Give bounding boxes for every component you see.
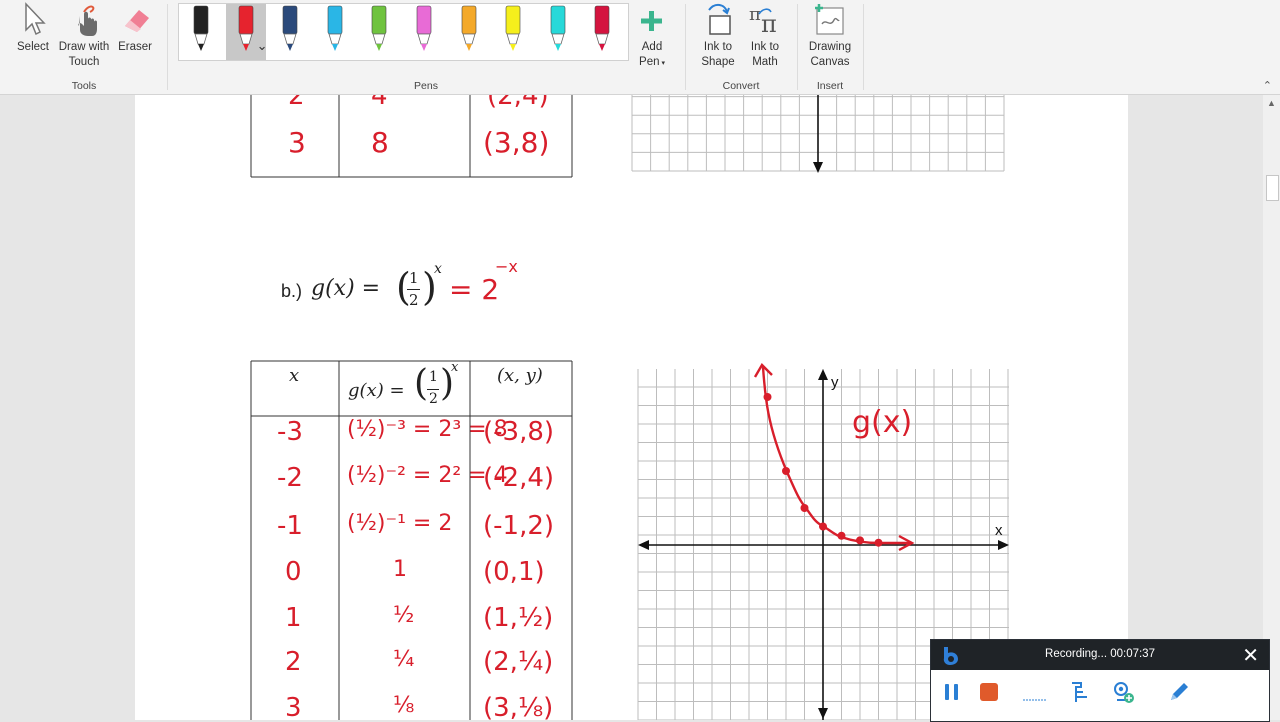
ink-to-shape-label-1: Ink to	[703, 41, 733, 53]
close-icon[interactable]: ✕	[1242, 643, 1259, 668]
draw-with-touch-label-2: Touch	[68, 56, 100, 68]
select-button[interactable]: Select	[12, 2, 54, 55]
curve-point	[819, 522, 827, 531]
curve-point	[763, 393, 772, 401]
pen-icon	[282, 5, 298, 51]
eraser-label: Eraser	[118, 41, 152, 53]
draw-region-icon[interactable]	[1023, 680, 1047, 704]
vertical-scrollbar[interactable]: ▲	[1263, 95, 1280, 720]
svg-text:π: π	[761, 10, 777, 38]
document-page[interactable]: 2 4 (2,4) 3 8 (3,8) b.) g(x) = ( 1 2 ) x…	[135, 95, 1128, 720]
stop-icon[interactable]	[977, 680, 1001, 704]
ribbon: Select Draw with Touch Eraser Tools ⌄ Ad…	[0, 0, 1280, 95]
dropdown-caret-icon: ▾	[659, 60, 665, 67]
pen-swatch[interactable]	[270, 4, 310, 60]
pen-swatch[interactable]	[181, 4, 221, 60]
curve-point	[800, 504, 809, 512]
ink-to-math-label-2: Math	[752, 56, 778, 68]
plus-icon	[641, 11, 662, 31]
graph-x-label: x	[995, 522, 1003, 539]
eraser-icon	[125, 10, 149, 32]
g-curve	[761, 366, 910, 545]
pen-icon	[416, 5, 432, 51]
y-axis-arrow-top	[818, 369, 828, 380]
ink-to-math-icon: π π	[749, 4, 777, 38]
eraser-button[interactable]: Eraser	[114, 2, 156, 55]
collapse-ribbon-icon[interactable]: ⌃	[1263, 79, 1272, 92]
pen-swatch[interactable]	[315, 4, 355, 60]
draw-with-touch-button[interactable]: Draw with Touch	[56, 2, 112, 70]
graph-y-label: y	[831, 374, 839, 391]
pen-icon	[372, 5, 387, 51]
ink-to-math-label-1: Ink to	[750, 41, 780, 53]
insert-group-label: Insert	[816, 80, 844, 92]
group-divider	[167, 4, 168, 90]
curve-point	[782, 467, 790, 475]
pen-icon	[595, 5, 610, 51]
add-pen-label-2: Pen	[639, 56, 660, 68]
pen-swatch[interactable]	[449, 4, 489, 60]
group-divider	[797, 4, 798, 90]
drawing-canvas-label-1: Drawing	[808, 41, 852, 53]
scroll-up-arrow-icon[interactable]: ▲	[1267, 98, 1276, 108]
drawing-canvas-button[interactable]: Drawing Canvas	[803, 2, 857, 70]
pen-icon	[505, 5, 521, 51]
touch-hand-icon	[78, 5, 97, 36]
pen-swatch[interactable]	[404, 4, 444, 60]
pen-swatch[interactable]	[359, 4, 399, 60]
svg-text:π: π	[749, 4, 761, 25]
pen-annotate-icon[interactable]	[1167, 680, 1191, 704]
draw-with-touch-label-1: Draw with	[58, 41, 110, 53]
ink-to-shape-icon	[708, 4, 731, 35]
curve-point	[837, 531, 846, 540]
x-axis-arrow-left	[638, 540, 649, 550]
add-pen-button[interactable]: Add Pen ▾	[632, 6, 672, 71]
recorder-header: Recording... 00:07:37 ✕	[931, 640, 1269, 670]
ink-to-math-button[interactable]: π π Ink to Math	[742, 2, 788, 70]
x-axis-arrow-right	[998, 540, 1009, 550]
pen-swatch[interactable]	[493, 4, 533, 60]
select-label: Select	[17, 41, 49, 53]
ink-to-shape-button[interactable]: Ink to Shape	[694, 2, 742, 70]
top-graph-y-axis-arrow	[813, 162, 823, 173]
pen-icon	[327, 5, 343, 51]
screen-recorder-panel: Recording... 00:07:37 ✕	[930, 639, 1270, 722]
curve-point	[856, 536, 864, 545]
group-divider	[863, 4, 864, 90]
pen-options-caret-icon[interactable]: ⌄	[257, 38, 268, 54]
add-webcam-icon[interactable]	[1111, 680, 1135, 704]
group-divider	[685, 4, 686, 90]
ink-to-shape-label-2: Shape	[701, 56, 735, 68]
pen-swatch[interactable]	[582, 4, 622, 60]
pen-icon	[550, 5, 566, 51]
scroll-thumb[interactable]	[1266, 175, 1279, 201]
pens-group-label: Pens	[414, 80, 438, 92]
cursor-arrow-icon	[25, 2, 46, 36]
tools-group-label: Tools	[71, 80, 97, 92]
convert-group-label: Convert	[722, 80, 760, 92]
curve-point	[874, 538, 883, 547]
curve-label: g(x)	[852, 405, 912, 440]
add-pen-label-1: Add	[641, 41, 663, 53]
drawing-canvas-label-2: Canvas	[810, 56, 850, 68]
pen-icon	[193, 5, 209, 51]
pen-swatch[interactable]: ⌄	[225, 4, 268, 60]
graph-ink-layer: y x g(x)	[638, 95, 1009, 720]
pen-icon	[461, 5, 476, 51]
webcam-tool-icon[interactable]	[1067, 680, 1091, 704]
pen-swatch[interactable]	[538, 4, 578, 60]
pause-icon[interactable]	[940, 680, 964, 704]
pen-gallery: ⌄	[178, 3, 629, 61]
recording-status: Recording... 00:07:37	[1045, 648, 1155, 660]
y-axis-arrow-bottom	[818, 708, 828, 719]
drawing-canvas-icon	[815, 4, 844, 35]
